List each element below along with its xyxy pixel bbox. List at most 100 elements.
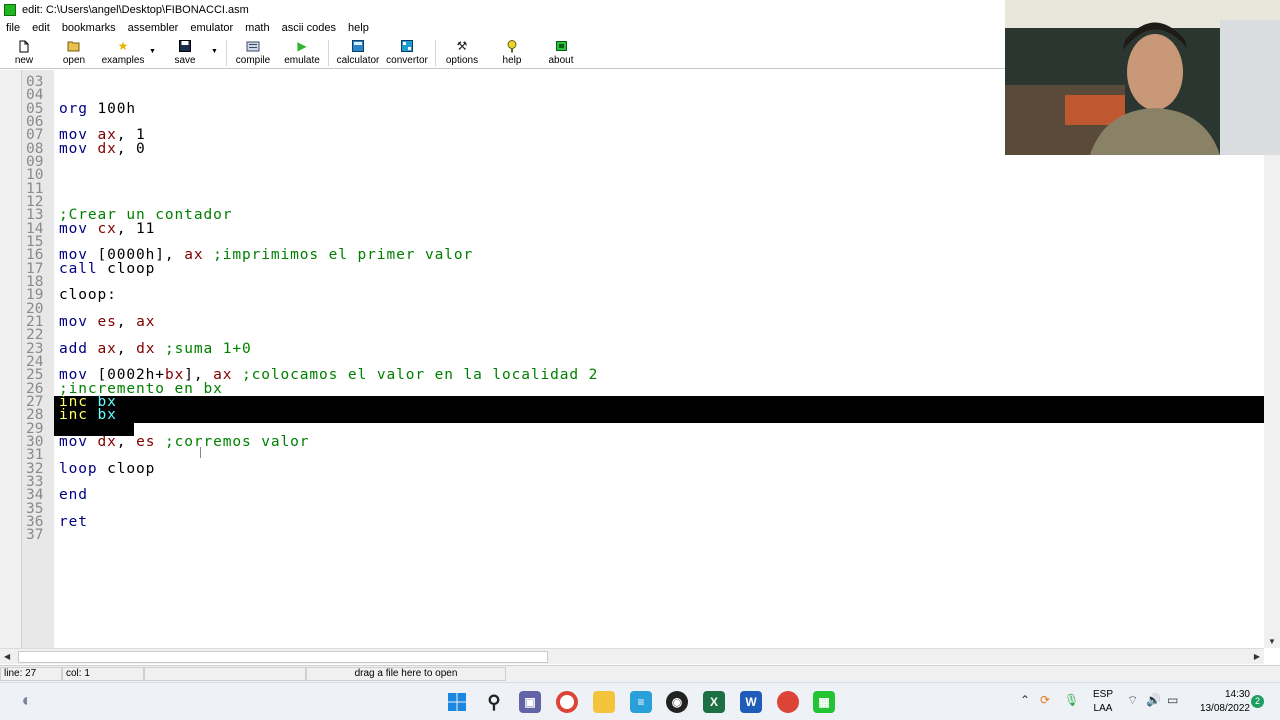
- compile-label: compile: [235, 55, 271, 66]
- code-line[interactable]: call cloop: [59, 261, 155, 276]
- webcam-overlay: [1005, 0, 1280, 155]
- search-icon[interactable]: ⚲: [483, 691, 505, 713]
- open-button[interactable]: open: [60, 38, 88, 66]
- toolbar: new open ★ examples ▼ save ▼ compile ▶ e…: [0, 36, 1005, 69]
- compile-button[interactable]: compile: [234, 38, 272, 66]
- emulate-label: emulate: [284, 55, 320, 66]
- chrome-icon[interactable]: [556, 691, 578, 713]
- play-icon: ▶: [297, 39, 307, 53]
- options-label: options: [445, 55, 479, 66]
- code-line[interactable]: ret: [59, 515, 88, 530]
- compile-icon: [246, 38, 260, 54]
- code-line[interactable]: inc bx: [59, 408, 117, 423]
- help-label: help: [502, 55, 522, 66]
- sync-icon[interactable]: ⟳: [1040, 693, 1050, 707]
- horizontal-scrollbar[interactable]: ◀ ▶: [0, 648, 1264, 664]
- open-label: open: [62, 55, 86, 66]
- new-file-icon: [19, 38, 29, 54]
- app-icon: [4, 3, 16, 16]
- code-line[interactable]: add ax, dx ;suma 1+0: [59, 341, 252, 356]
- code-line[interactable]: mov cx, 11: [59, 221, 155, 236]
- about-label: about: [548, 55, 574, 66]
- menu-ascii-codes[interactable]: ascii codes: [276, 22, 342, 34]
- status-drop-hint: drag a file here to open: [306, 667, 506, 681]
- horizontal-scroll-thumb[interactable]: [18, 651, 548, 663]
- chrome-profile-icon[interactable]: [777, 691, 799, 713]
- toolbar-separator: [435, 40, 436, 66]
- title-bar: edit: C:\Users\angel\Desktop\FIBONACCI.a…: [0, 0, 1005, 19]
- bookmark-gutter[interactable]: [0, 70, 22, 648]
- save-button[interactable]: save: [172, 38, 198, 66]
- status-empty: [144, 667, 306, 681]
- emu8086-window: edit: C:\Users\angel\Desktop\FIBONACCI.a…: [0, 0, 1280, 720]
- notepad-icon[interactable]: ≡: [630, 691, 652, 713]
- window-title: edit: C:\Users\angel\Desktop\FIBONACCI.a…: [22, 3, 249, 16]
- examples-label: examples: [101, 55, 145, 66]
- menu-file[interactable]: file: [0, 22, 26, 34]
- system-clock[interactable]: 14:30 13/08/2022: [1194, 688, 1250, 716]
- convertor-label: convertor: [386, 55, 428, 66]
- convertor-button[interactable]: convertor: [385, 38, 429, 66]
- code-line[interactable]: org 100h: [59, 101, 136, 116]
- battery-icon[interactable]: ▭: [1167, 693, 1178, 707]
- code-line[interactable]: cloop:: [59, 288, 117, 303]
- wifi-icon[interactable]: ⌔: [1127, 693, 1138, 708]
- code-editor[interactable]: ▼ 03 04 05 org 100h 06 07 mov ax, 1 08 mov dx, 0…: [0, 70, 1280, 648]
- text-caret: [200, 447, 201, 458]
- calculator-label: calculator: [336, 55, 380, 66]
- save-label: save: [174, 55, 196, 66]
- code-line[interactable]: mov dx, 0: [59, 141, 146, 156]
- floppy-disk-icon: [179, 38, 191, 54]
- code-line[interactable]: end: [59, 488, 88, 503]
- obs-icon[interactable]: ◉: [666, 691, 688, 713]
- file-explorer-icon[interactable]: [593, 691, 615, 713]
- speaker-icon[interactable]: 🔊: [1146, 693, 1161, 707]
- emulate-button[interactable]: ▶ emulate: [283, 38, 321, 66]
- menu-math[interactable]: math: [239, 22, 275, 34]
- language-code: ESP: [1092, 689, 1113, 700]
- circle-icon[interactable]: ◐: [16, 689, 38, 711]
- calculator-button[interactable]: calculator: [335, 38, 381, 66]
- toolbar-separator: [226, 40, 227, 66]
- scroll-down-arrow-icon[interactable]: ▼: [1268, 637, 1276, 646]
- new-button[interactable]: new: [12, 38, 36, 66]
- vertical-scrollbar[interactable]: ▼: [1264, 154, 1280, 648]
- status-bar: line: 27 col: 1 drag a file here to open: [0, 665, 1280, 682]
- emu8086-taskbar-icon[interactable]: ▦: [813, 691, 835, 713]
- notification-badge[interactable]: 2: [1251, 695, 1264, 708]
- menu-bookmarks[interactable]: bookmarks: [56, 22, 122, 34]
- keyboard-layout: LAA: [1093, 703, 1113, 714]
- options-button[interactable]: ⚒ options: [444, 38, 480, 66]
- language-indicator[interactable]: ESP LAA: [1092, 688, 1114, 716]
- menu-assembler[interactable]: assembler: [122, 22, 185, 34]
- chevron-up-icon[interactable]: ⌃: [1020, 693, 1030, 707]
- calculator-icon: [352, 38, 364, 54]
- microphone-icon[interactable]: 🎙: [1064, 693, 1079, 707]
- folder-icon: [67, 38, 81, 54]
- menu-emulator[interactable]: emulator: [184, 22, 239, 34]
- code-line[interactable]: mov es, ax: [59, 315, 155, 330]
- help-button[interactable]: help: [500, 38, 524, 66]
- scroll-right-arrow-icon[interactable]: ▶: [1254, 652, 1260, 661]
- code-line[interactable]: mov dx, es ;corremos valor: [59, 434, 309, 449]
- save-dropdown-icon[interactable]: ▼: [211, 48, 218, 55]
- selection-highlight: [54, 395, 1264, 410]
- about-button[interactable]: about: [546, 38, 576, 66]
- line-number: 37: [26, 527, 44, 544]
- menu-bar: file edit bookmarks assembler emulator m…: [0, 19, 1005, 36]
- windows-start-icon[interactable]: [446, 691, 468, 713]
- examples-button[interactable]: ★ examples: [100, 38, 146, 66]
- status-col: col: 1: [62, 667, 144, 681]
- excel-icon[interactable]: X: [703, 691, 725, 713]
- selection-highlight: [54, 409, 1264, 423]
- scroll-left-arrow-icon[interactable]: ◀: [4, 652, 10, 661]
- selection-tail: [54, 422, 134, 436]
- clock-time: 14:30: [1224, 689, 1250, 700]
- word-icon[interactable]: W: [740, 691, 762, 713]
- teams-chat-icon[interactable]: ▣: [519, 691, 541, 713]
- code-line[interactable]: loop cloop: [59, 461, 155, 476]
- menu-edit[interactable]: edit: [26, 22, 56, 34]
- tools-icon: ⚒: [456, 39, 468, 53]
- menu-help[interactable]: help: [342, 22, 375, 34]
- examples-dropdown-icon[interactable]: ▼: [149, 48, 156, 55]
